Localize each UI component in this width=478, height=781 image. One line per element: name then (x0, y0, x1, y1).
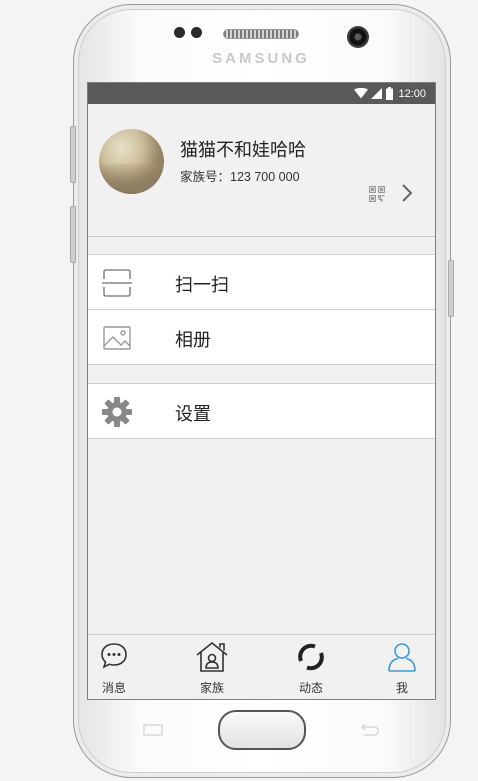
device-brand: SAMSUNG (212, 50, 310, 67)
tab-label: 家族 (199, 681, 224, 695)
gear-icon (101, 396, 133, 428)
tab-label: 动态 (298, 681, 323, 695)
menu-item-label: 扫一扫 (175, 275, 229, 296)
screen: 12:00 猫猫不和娃哈哈 家族号：123 700 000 扫一扫 相册 设置 … (87, 82, 436, 700)
battery-icon (386, 87, 394, 100)
chat-bubble-icon (99, 641, 129, 675)
wifi-icon (354, 88, 369, 99)
menu-item-label: 相册 (175, 330, 211, 351)
profile-name: 猫猫不和娃哈哈 (180, 140, 306, 161)
front-camera (347, 26, 369, 48)
menu-group-settings: 设置 (88, 383, 435, 439)
menu-item-album[interactable]: 相册 (88, 310, 435, 365)
menu-item-scan[interactable]: 扫一扫 (88, 254, 435, 310)
menu-group-tools: 扫一扫 相册 (88, 254, 435, 365)
profile-card[interactable]: 猫猫不和娃哈哈 家族号：123 700 000 (88, 104, 435, 237)
earpiece-speaker (223, 29, 299, 39)
tab-messages[interactable]: 消息 (88, 635, 154, 699)
status-time: 12:00 (398, 87, 426, 100)
family-id-value: 123 700 000 (230, 170, 300, 184)
tab-label: 消息 (101, 681, 126, 695)
home-button (218, 710, 306, 750)
tab-family[interactable]: 家族 (172, 635, 252, 699)
chevron-right-icon[interactable] (401, 183, 413, 207)
tab-label: 我 (395, 681, 408, 695)
user-icon (387, 641, 417, 677)
qr-code-icon[interactable] (369, 186, 386, 206)
volume-up-button (70, 126, 76, 183)
scan-icon (101, 267, 133, 299)
menu-item-label: 设置 (175, 404, 211, 425)
refresh-icon (295, 641, 327, 677)
signal-icon (371, 88, 383, 99)
image-icon (101, 322, 133, 354)
tab-moments[interactable]: 动态 (271, 635, 351, 699)
family-id-label: 家族号： (180, 170, 231, 184)
volume-down-button (70, 206, 76, 263)
home-icon (195, 641, 229, 677)
sensor-dot (174, 27, 185, 38)
power-button (448, 260, 454, 317)
avatar[interactable] (99, 129, 164, 194)
tab-me[interactable]: 我 (362, 635, 435, 699)
back-key (358, 722, 380, 741)
bottom-tab-bar: 消息 家族 动态 我 (88, 634, 435, 699)
sensor-dot (191, 27, 202, 38)
status-bar: 12:00 (88, 83, 435, 104)
family-id: 家族号：123 700 000 (180, 166, 300, 185)
menu-item-settings[interactable]: 设置 (88, 383, 435, 439)
recent-apps-key (142, 722, 164, 741)
